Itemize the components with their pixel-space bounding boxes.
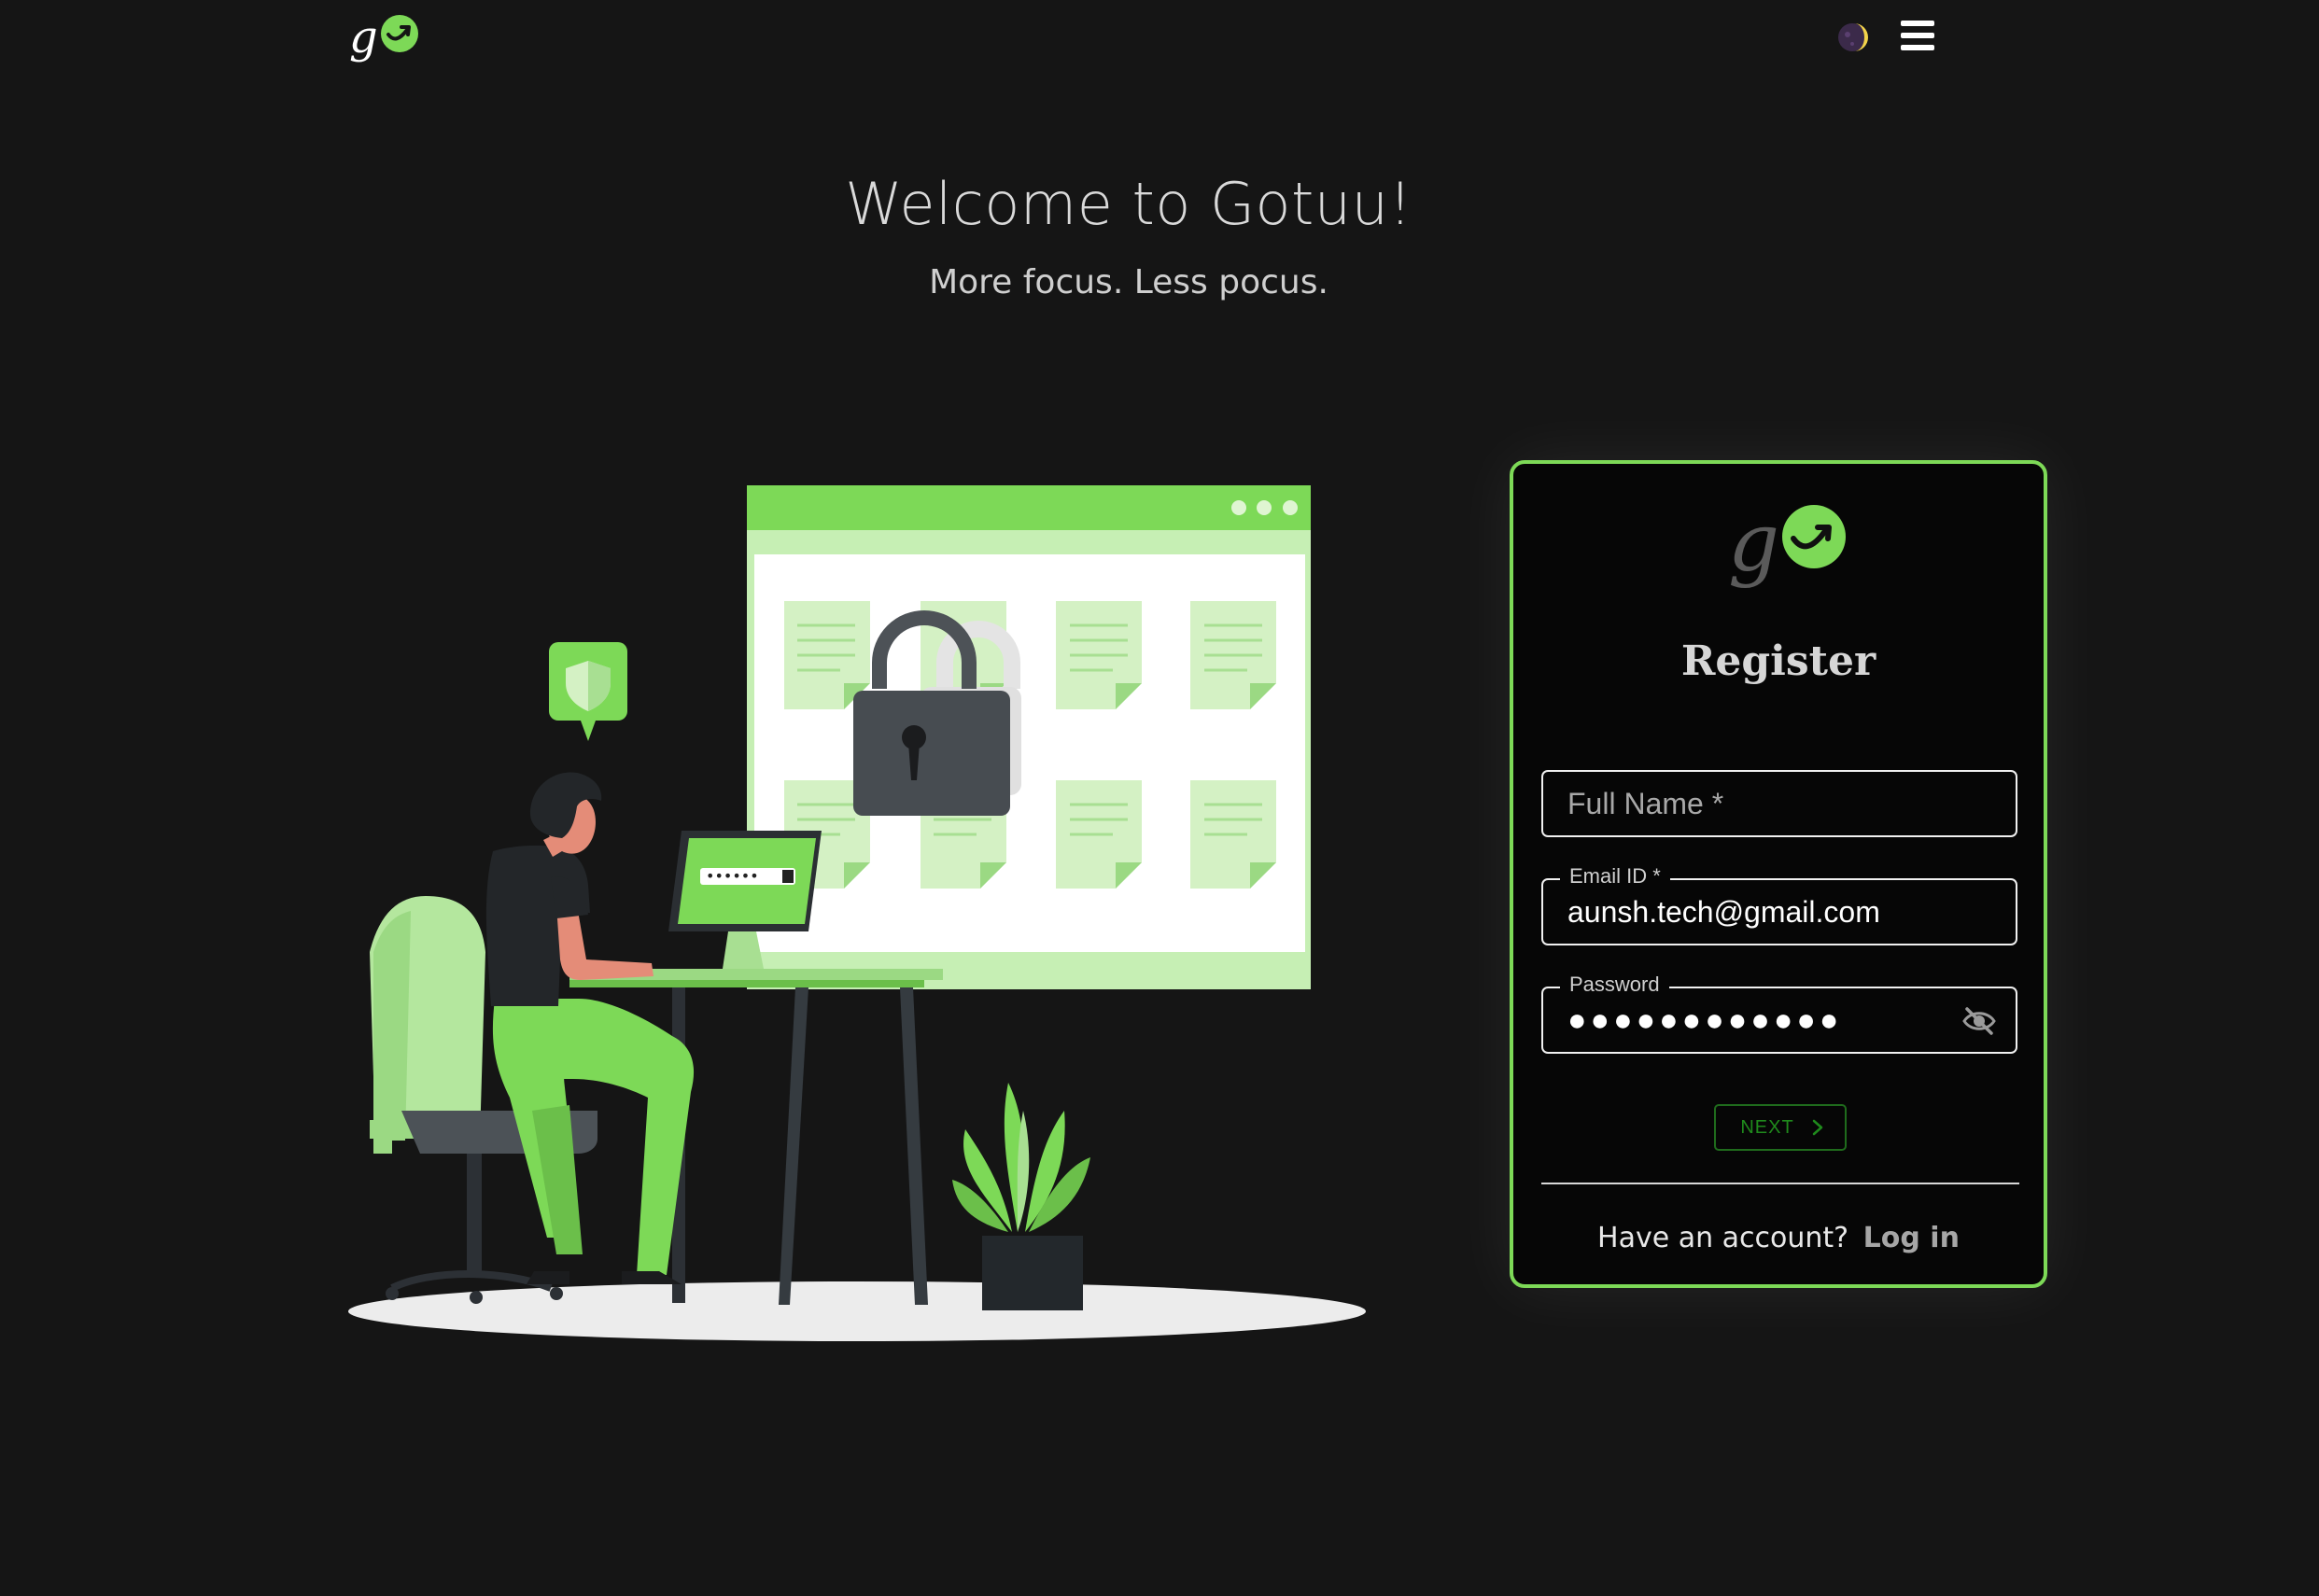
eye-off-icon[interactable] [1961,1005,1997,1037]
login-link[interactable]: Log in [1863,1222,1960,1254]
plant-illustration [952,1083,1090,1310]
browser-window-illustration [747,485,1311,989]
full-name-field[interactable] [1541,770,2017,837]
register-card: g Register Email ID * Password NEXT Have… [1510,460,2047,1288]
login-prompt-row: Have an account? Log in [1513,1222,2044,1254]
svg-text:g: g [349,11,378,63]
svg-text:g: g [1728,501,1779,590]
screen-password-mask: •••••• [706,867,759,885]
menu-bar [1901,45,1934,50]
email-input[interactable] [1543,880,2016,944]
gotuu-logo-icon[interactable]: g [349,11,420,65]
menu-bar [1901,33,1934,38]
password-field[interactable]: Password [1541,973,2017,1054]
login-prompt-text: Have an account? [1597,1222,1849,1254]
shield-bubble-icon [549,642,627,741]
next-button-label: NEXT [1740,1116,1794,1138]
register-title: Register [1680,637,1876,685]
full-name-input[interactable] [1543,772,2016,835]
chevron-right-icon [1812,1119,1822,1136]
hamburger-menu-icon[interactable] [1901,21,1936,56]
security-illustration: •••••• [348,485,1366,1341]
next-button[interactable]: NEXT [1714,1104,1847,1151]
person-illustration [485,772,695,1284]
menu-bar [1901,21,1934,26]
moon-icon[interactable] [1836,21,1868,53]
email-field[interactable]: Email ID * [1541,864,2017,945]
gotuu-logo-icon: g [1728,501,1846,590]
password-input[interactable] [1543,988,2016,1052]
card-divider [1541,1183,2019,1184]
page-subtitle: More focus. Less pocus. [929,263,1328,301]
page-title: Welcome to Gotuu! [845,170,1412,238]
